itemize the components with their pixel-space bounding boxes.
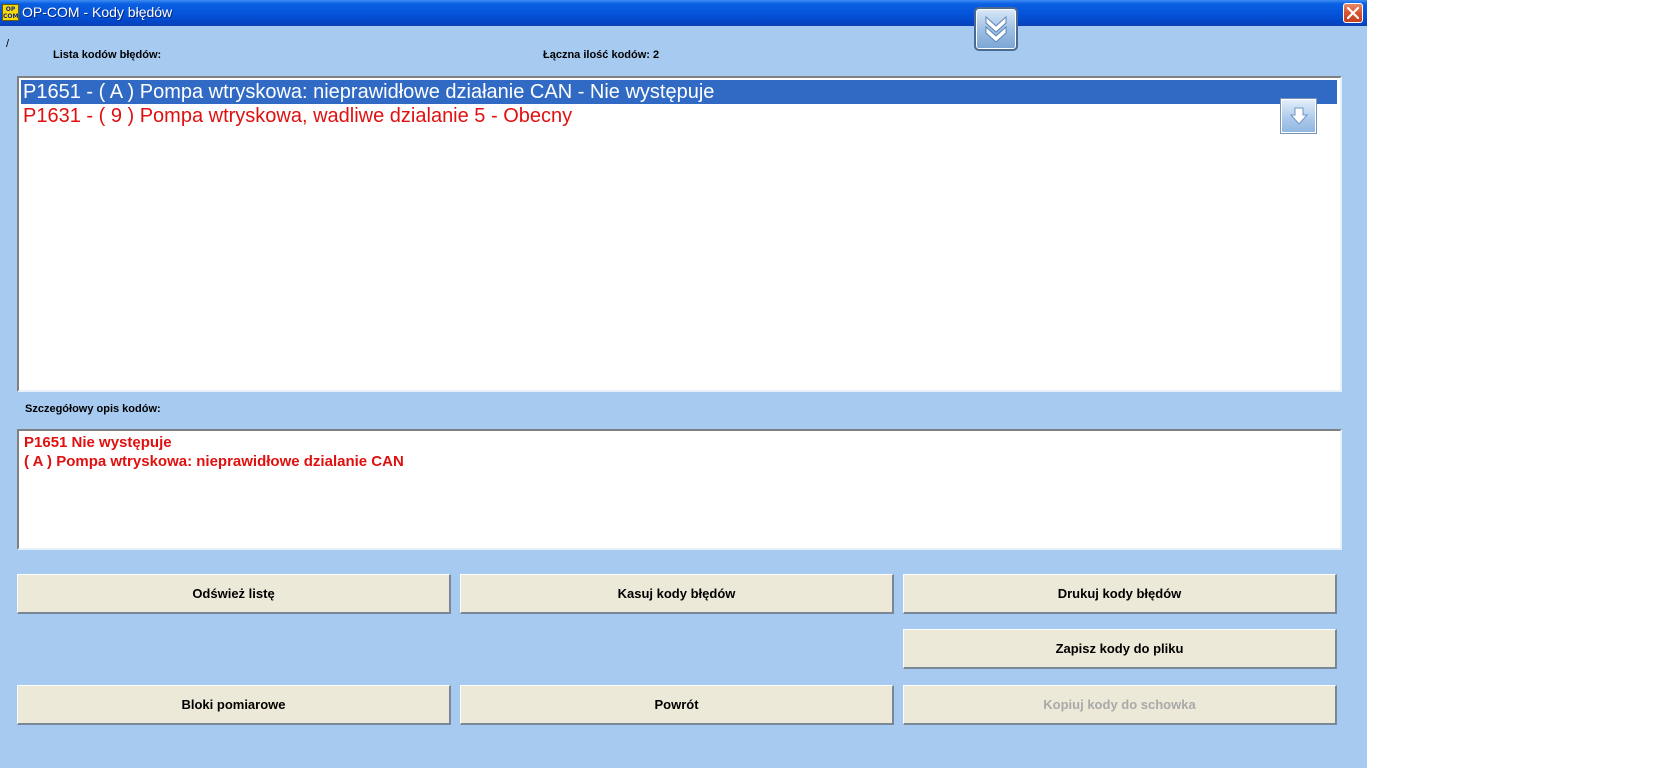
arrow-down-icon xyxy=(1289,107,1309,125)
error-codes-list[interactable]: P1651 - ( A ) Pompa wtryskowa: nieprawid… xyxy=(17,76,1342,392)
close-button[interactable] xyxy=(1343,3,1363,23)
window-title: OP-COM - Kody błędów xyxy=(22,4,173,20)
list-item-text: P1631 - ( 9 ) Pompa wtryskowa, wadliwe d… xyxy=(23,105,573,127)
collapse-panel-button[interactable] xyxy=(974,7,1018,51)
refresh-list-button[interactable]: Odśwież listę xyxy=(17,574,451,614)
double-chevron-down-icon xyxy=(985,15,1007,43)
detail-line: ( A ) Pompa wtryskowa: nieprawidłowe dzi… xyxy=(24,453,404,470)
details-label: Szczegółowy opis kodów: xyxy=(25,403,161,415)
copy-to-clipboard-button[interactable]: Kopiuj kody do schowka xyxy=(903,685,1337,725)
list-item-text: P1651 - ( A ) Pompa wtryskowa: nieprawid… xyxy=(23,81,715,103)
close-icon xyxy=(1347,7,1359,19)
save-codes-to-file-button[interactable]: Zapisz kody do pliku xyxy=(903,629,1337,669)
codes-count-label: Łączna ilość kodów: 2 xyxy=(543,49,660,61)
list-item[interactable]: P1651 - ( A ) Pompa wtryskowa: nieprawid… xyxy=(21,80,1337,104)
measurement-blocks-button[interactable]: Bloki pomiarowe xyxy=(17,685,451,725)
back-button[interactable]: Powrót xyxy=(460,685,894,725)
status-mark: / xyxy=(6,38,10,50)
list-item[interactable]: P1631 - ( 9 ) Pompa wtryskowa, wadliwe d… xyxy=(21,104,572,128)
opcom-logo-icon: OP COM xyxy=(2,4,19,21)
code-details-box: P1651 Nie występuje ( A ) Pompa wtryskow… xyxy=(17,429,1342,550)
title-bar[interactable]: OP COM OP-COM - Kody błędów xyxy=(0,0,1367,26)
print-codes-button[interactable]: Drukuj kody błędów xyxy=(903,574,1337,614)
scroll-down-button[interactable] xyxy=(1280,98,1317,134)
codes-list-label: Lista kodów błędów: xyxy=(53,49,162,61)
detail-line: P1651 Nie występuje xyxy=(24,434,172,451)
clear-codes-button[interactable]: Kasuj kody błędów xyxy=(460,574,894,614)
app-window: OP COM OP-COM - Kody błędów / Lista kodów… xyxy=(0,0,1367,768)
